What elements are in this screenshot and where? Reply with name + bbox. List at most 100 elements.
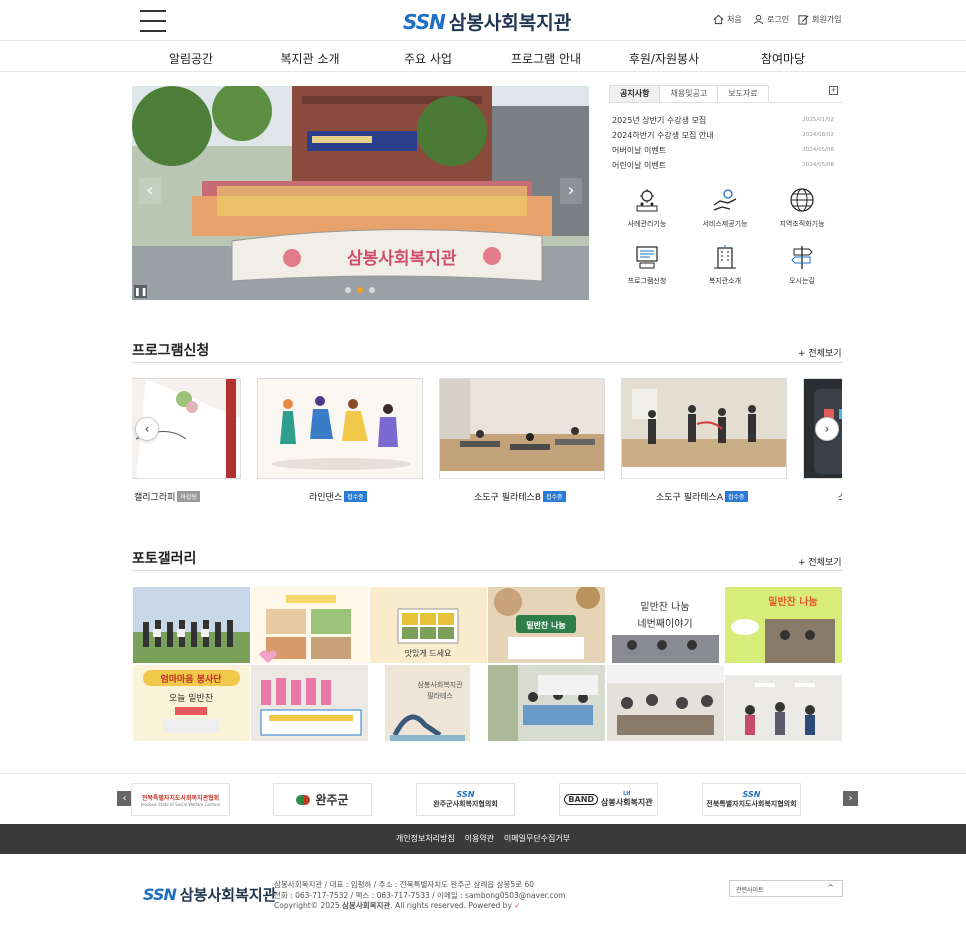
menu-icon[interactable]: [140, 10, 166, 32]
program-caption[interactable]: 스: [838, 490, 842, 503]
notice-item[interactable]: 2025년 상반기 수강생 모집 2025/01/02: [612, 115, 834, 126]
nav-item-about[interactable]: 복지관 소개: [250, 50, 370, 67]
quick-directions[interactable]: 오시는길: [767, 244, 837, 286]
gallery-thumb: 맛있게 드세요: [370, 587, 487, 663]
quick-service[interactable]: 서비스제공기능: [690, 187, 760, 229]
util-login-link[interactable]: 로그인: [753, 14, 789, 25]
quick-label: 지역조직화기능: [779, 220, 825, 228]
quick-about[interactable]: 복지관소개: [690, 244, 760, 286]
gallery-item[interactable]: 삼봉사회복지관필라테스: [370, 665, 487, 741]
gallery-thumb: [251, 665, 368, 741]
slider-prev-button[interactable]: ‹: [139, 178, 161, 204]
nav-item-community[interactable]: 참여마당: [723, 50, 843, 67]
partner-name: 삼봉사회복지관: [601, 798, 653, 807]
svg-text:밑반찬 나눔: 밑반찬 나눔: [768, 595, 817, 608]
tab-press[interactable]: 보도자료: [717, 85, 769, 102]
footer-logo: SSN 삼봉사회복지관: [143, 884, 276, 905]
program-caption[interactable]: 소도구 필라테스B 접수중: [474, 490, 566, 503]
programs-next-button[interactable]: ›: [815, 417, 839, 441]
case-management-icon: [636, 189, 658, 212]
slider-dot-active[interactable]: [357, 287, 363, 293]
gallery-thumb: 삼봉사회복지관필라테스: [370, 665, 487, 741]
band-logo: BAND: [564, 794, 599, 805]
notice-item[interactable]: 어린이날 이벤트 2024/05/08: [612, 160, 834, 171]
footer-line2: 전화 : 063-717-7532 / 팩스 : 063-717-7533 / …: [274, 890, 566, 900]
partner-name: 완주군: [315, 793, 349, 807]
quick-label: 복지관소개: [708, 277, 742, 285]
program-thumb: [258, 379, 422, 478]
tab-recruit[interactable]: 채용및공고: [659, 85, 719, 102]
util-join-link[interactable]: 회원가입: [798, 14, 841, 25]
site-logo[interactable]: SSN 삼봉사회복지관: [403, 8, 571, 35]
partner-logo[interactable]: 완주군: [273, 783, 372, 816]
gallery-item[interactable]: 밑반찬 나눔: [725, 587, 842, 663]
gallery-item[interactable]: [133, 587, 250, 663]
partner-logo[interactable]: SSN 완주군사회복지협의회: [416, 783, 515, 816]
partner-logo[interactable]: 전북특별자치도사회복지관협회 Jeonbuk State of Social W…: [131, 783, 230, 816]
gallery-item[interactable]: 맛있게 드세요: [370, 587, 487, 663]
gallery-item[interactable]: 밑반찬 나눔: [488, 587, 605, 663]
partner-name: 전북특별자치도사회복지관협회: [141, 794, 220, 802]
gallery-thumb: [725, 665, 842, 741]
partner-logo[interactable]: BAND LH 삼봉사회복지관: [559, 783, 658, 816]
program-card[interactable]: [257, 378, 423, 479]
util-home-link[interactable]: 처음: [713, 14, 742, 25]
nav-item-notice[interactable]: 알림공간: [131, 50, 251, 67]
notice-title: 2025년 상반기 수강생 모집: [612, 116, 707, 125]
gallery-divider: [132, 570, 842, 571]
footer-info: 삼봉사회복지관 / 대표 : 임평하 / 주소 : 전북특별자치도 완주군 삼례…: [274, 880, 566, 912]
footer-link-terms[interactable]: 이용약관: [465, 834, 494, 843]
building-icon: [714, 245, 736, 269]
user-icon: [753, 14, 764, 25]
gallery-more-link[interactable]: + 전체보기: [798, 555, 842, 568]
notice-item[interactable]: 2024하반기 수강생 모집 안내 2024/08/02: [612, 130, 834, 141]
nav-item-support[interactable]: 후원/자원봉사: [604, 50, 724, 67]
program-card[interactable]: [439, 378, 605, 479]
partner-logo-mark: SSN: [742, 790, 761, 799]
programs-title: 프로그램신청: [132, 343, 210, 359]
slider-pause-button[interactable]: ❚❚: [134, 285, 147, 298]
svg-text:필라테스: 필라테스: [427, 691, 453, 700]
gallery-item[interactable]: 밑반찬 나눔네번째이야기: [607, 587, 724, 663]
program-caption[interactable]: 라인댄스 접수중: [309, 490, 367, 503]
gallery-item[interactable]: 엄마마음 봉사단 오늘 밑반찬: [133, 665, 250, 741]
svg-text:네번째이야기: 네번째이야기: [637, 618, 692, 630]
programs-more-link[interactable]: + 전체보기: [798, 346, 842, 359]
notice-item[interactable]: 어버이날 이벤트 2024/05/08: [612, 145, 834, 156]
related-sites-select[interactable]: 관련사이트 ^: [729, 880, 843, 897]
programs-prev-button[interactable]: ‹: [135, 417, 159, 441]
partners-next-button[interactable]: ›: [843, 791, 858, 806]
nav-item-business[interactable]: 주요 사업: [368, 50, 488, 67]
nav-item-program[interactable]: 프로그램 안내: [486, 50, 606, 67]
program-card[interactable]: [621, 378, 787, 479]
gallery-thumb: [251, 587, 368, 663]
svg-text:삼봉사회복지관: 삼봉사회복지관: [347, 249, 457, 269]
quick-community[interactable]: 지역조직화기능: [767, 187, 837, 229]
gallery-item[interactable]: [251, 665, 368, 741]
partner-logo[interactable]: SSN 전북특별자치도사회복지협의회: [702, 783, 801, 816]
partner-name: 전북특별자치도사회복지협의회: [706, 800, 797, 808]
notice-more-button[interactable]: +: [829, 86, 838, 95]
gallery-item[interactable]: [488, 665, 605, 741]
quick-label: 프로그램신청: [627, 277, 667, 285]
tab-divider: [609, 102, 842, 103]
footer-link-privacy[interactable]: 개인정보처리방침: [396, 834, 455, 843]
partners-prev-button[interactable]: ‹: [117, 791, 132, 806]
gallery-item[interactable]: [251, 587, 368, 663]
util-home-label: 처음: [727, 15, 742, 24]
program-caption[interactable]: 소도구 필라테스A 접수중: [656, 490, 748, 503]
main-slider[interactable]: 삼봉사회복지관 ‹ ›: [132, 86, 589, 300]
gallery-item[interactable]: [607, 665, 724, 741]
tab-notice[interactable]: 공지사항: [609, 85, 661, 102]
footer-link-email-policy[interactable]: 이메일무단수집거부: [504, 834, 570, 843]
slider-dot[interactable]: [369, 287, 375, 293]
svg-text:밑반찬 나눔: 밑반찬 나눔: [640, 601, 689, 613]
program-caption[interactable]: 캘리그라피 마감됨: [134, 490, 200, 503]
quick-program[interactable]: 프로그램신청: [612, 244, 682, 286]
program-label: 소도구 필라테스B: [474, 493, 541, 503]
gallery-item[interactable]: [725, 665, 842, 741]
slider-dot[interactable]: [345, 287, 351, 293]
quick-case-management[interactable]: 사례관리기능: [612, 187, 682, 229]
svg-text:삼봉사회복지관: 삼봉사회복지관: [417, 680, 463, 689]
slider-next-button[interactable]: ›: [560, 178, 582, 204]
